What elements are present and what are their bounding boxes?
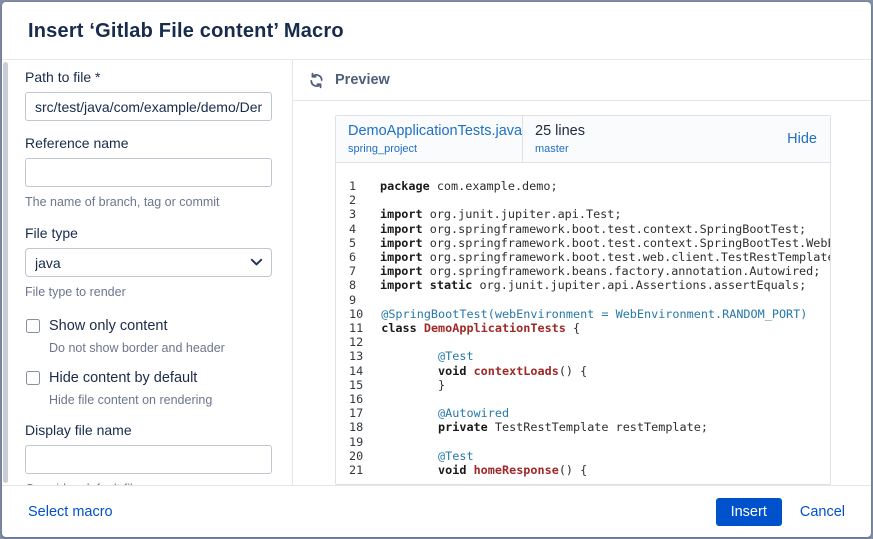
display-name-label: Display file name [25,422,272,438]
code-line: 21 void homeResponse() { [336,463,830,477]
file-meta-block: 25 lines master [523,116,774,162]
preview-panel: Preview DemoApplicationTests.java spring… [293,60,871,485]
code-block: 1package com.example.demo;23import org.j… [336,163,830,484]
code-line: 3import org.junit.jupiter.api.Test; [336,207,830,221]
code-line: 1package com.example.demo; [336,179,830,193]
display-name-input[interactable] [25,445,272,474]
preview-title: Preview [335,72,390,88]
display-name-field-group: Display file name Overrides default file… [25,422,272,485]
preview-header: Preview [293,60,871,101]
code-line: 5import org.springframework.boot.test.co… [336,236,830,250]
macro-form-panel: Path to file * Reference name The name o… [2,60,293,485]
insert-macro-dialog: Insert ‘Gitlab File content’ Macro Path … [2,2,871,537]
insert-button[interactable]: Insert [716,498,782,526]
path-label: Path to file * [25,69,272,85]
path-input[interactable] [25,92,272,121]
hide-content-group: Hide content by default Hide file conten… [25,370,272,407]
code-line: 17 @Autowired [336,406,830,420]
reference-input[interactable] [25,158,272,187]
form-scrollbar[interactable] [3,62,8,483]
file-name-block: DemoApplicationTests.java spring_project [336,116,522,162]
code-line: 15 } [336,378,830,392]
code-line: 4import org.springframework.boot.test.co… [336,222,830,236]
show-only-content-checkbox[interactable] [26,319,40,333]
show-only-content-helper: Do not show border and header [49,341,272,355]
hide-content-checkbox[interactable] [26,371,40,385]
file-type-label: File type [25,225,272,241]
code-line: 16 [336,392,830,406]
code-line: 7import org.springframework.beans.factor… [336,264,830,278]
file-type-helper-text: File type to render [25,285,272,299]
reference-field-group: Reference name The name of branch, tag o… [25,135,272,209]
hide-content-helper: Hide file content on rendering [49,393,272,407]
display-name-helper-text: Overrides default file name [25,482,272,485]
reference-label: Reference name [25,135,272,151]
show-only-content-group: Show only content Do not show border and… [25,318,272,355]
code-line: 11class DemoApplicationTests { [336,321,830,335]
select-macro-link[interactable]: Select macro [28,504,113,520]
hide-content-row: Hide content by default [25,370,272,386]
show-only-content-label: Show only content [49,318,168,334]
code-line: 20 @Test [336,449,830,463]
file-card-header: DemoApplicationTests.java spring_project… [336,116,830,163]
footer-actions: Insert Cancel [716,498,845,526]
code-line: 13 @Test [336,349,830,363]
project-name: spring_project [348,143,522,155]
refresh-icon[interactable] [308,72,325,89]
cancel-link[interactable]: Cancel [800,504,845,520]
code-line: 19 [336,435,830,449]
code-line: 6import org.springframework.boot.test.we… [336,250,830,264]
preview-content: DemoApplicationTests.java spring_project… [293,101,871,485]
code-line: 10@SpringBootTest(webEnvironment = WebEn… [336,307,830,321]
hide-content-label: Hide content by default [49,370,197,386]
dialog-title: Insert ‘Gitlab File content’ Macro [28,20,845,43]
dialog-body: Path to file * Reference name The name o… [2,60,871,485]
reference-helper-text: The name of branch, tag or commit [25,195,272,209]
branch-name: master [535,143,774,155]
code-line: 8import static org.junit.jupiter.api.Ass… [336,278,830,292]
dialog-header: Insert ‘Gitlab File content’ Macro [2,2,871,60]
dialog-footer: Select macro Insert Cancel [2,485,871,537]
dialog-backdrop: Insert ‘Gitlab File content’ Macro Path … [0,0,873,539]
file-type-field-group: File type java File type to render [25,225,272,299]
file-name-link[interactable]: DemoApplicationTests.java [348,123,522,139]
code-line: 18 private TestRestTemplate restTemplate… [336,420,830,434]
code-line: 14 void contextLoads() { [336,364,830,378]
file-preview-card: DemoApplicationTests.java spring_project… [335,115,831,485]
path-field-group: Path to file * [25,69,272,121]
hide-preview-link[interactable]: Hide [774,116,830,162]
code-line: 9 [336,293,830,307]
code-line: 12 [336,335,830,349]
code-line: 2 [336,193,830,207]
show-only-content-row: Show only content [25,318,272,334]
file-type-select[interactable]: java [25,248,272,277]
line-count: 25 lines [535,123,774,139]
